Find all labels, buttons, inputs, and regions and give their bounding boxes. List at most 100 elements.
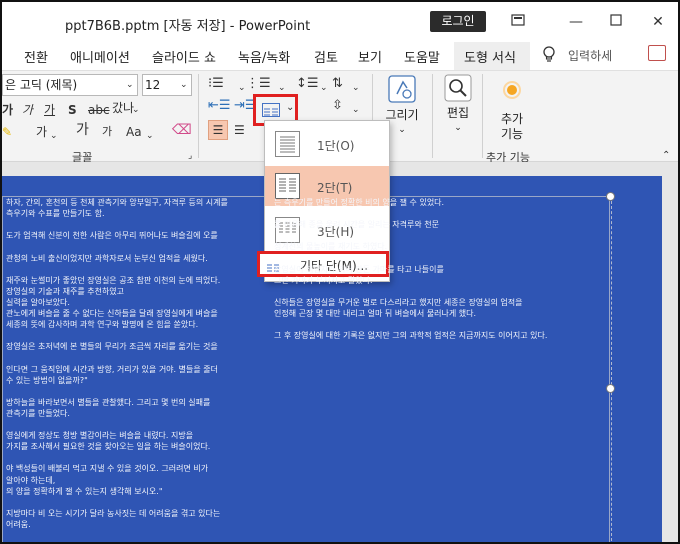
columns-icon	[262, 103, 280, 117]
one-column-icon	[275, 131, 300, 157]
powerpoint-window: ppt7B6B.pptm [자동 저장] - PowerPoint 로그인 — …	[0, 0, 680, 544]
drawing-shapes-icon	[388, 75, 416, 103]
slide-text-line: 는 측우기를 만들어 정확한 비의 양을 잴 수 있었다.	[274, 198, 445, 207]
tab-shape-format[interactable]: 도형 서식	[464, 47, 516, 66]
slide-text-line: 관노에게 벼슬을 줄 수 없다는 신하들을 달래 장영실에게 벼슬을	[6, 309, 218, 318]
clear-format-icon[interactable]: ⌫	[172, 122, 192, 138]
char-spacing-icon[interactable]: 갔나	[112, 100, 134, 116]
columns-option-label: 2단(T)	[317, 181, 353, 195]
lightbulb-icon[interactable]	[542, 46, 556, 68]
char-spacing-chevron-down-icon[interactable]: ⌄	[132, 102, 140, 118]
window-title: ppt7B6B.pptm [자동 저장] - PowerPoint	[65, 19, 311, 34]
slide-text-line: 장영실은 초저녁에 본 별들의 무리가 조금씩 자리를 옮기는 것을	[6, 342, 218, 352]
comment-icon[interactable]	[648, 45, 666, 61]
slide-text-line: 인다면 그 움직임에 시간과 방향, 거리가 있을 거야. 별들을 줄더	[6, 364, 218, 374]
slide-text-line: 장영실이 책임자가 되어 만든 가마를 타고 나들이를	[274, 264, 444, 274]
slide-text-line: 측우기와 수표를 만들기도 함.	[6, 209, 105, 219]
search-icon	[444, 74, 472, 102]
line-spacing-chevron-down-icon[interactable]: ⌄	[320, 80, 328, 96]
slide-text-line: 인정해 곤장 몇 대만 내리고 얼마 뒤 벼슬에서 물러나게 했다.	[274, 309, 477, 318]
slide-text-line: 하자, 간의, 혼천의 등 천체 관측기와 앙부일구, 자격루 등의 시계를	[6, 198, 228, 207]
column-guide	[611, 196, 612, 542]
underline-icon[interactable]: 가	[44, 102, 55, 118]
slide-text-line: 야 백성들이 배불리 먹고 지낼 수 있을 것이오. 그러려면 비가	[6, 464, 209, 474]
slide-text-line: 관측기를 만들었다.	[6, 408, 70, 418]
numbering-icon[interactable]: ⋮☰	[246, 76, 271, 92]
slide-text-line: 신하들은 장영실을 무거운 벌로 다스리라고 했지만 세종은 장영실의 업적을	[274, 297, 523, 307]
columns-chevron-down-icon: ⌄	[286, 102, 295, 113]
decrease-font-icon[interactable]: 가	[102, 124, 112, 140]
minimize-icon[interactable]: —	[564, 10, 588, 34]
tab-transitions[interactable]: 전환	[24, 47, 48, 66]
slide-text-line: 재주와 눈썰미가 좋았던 장영실은 공조 참판 이천의 눈에 띄었다.	[6, 275, 221, 285]
editing-button[interactable]: 편집 ⌄	[438, 74, 478, 136]
align-center-icon[interactable]: ☰	[234, 122, 245, 138]
slide-text-line: 관청의 노비 출신이었지만 과학자로서 눈부신 업적을 세웠다.	[6, 253, 208, 263]
strikethrough-icon[interactable]: abc	[88, 102, 110, 118]
increase-font-icon[interactable]: 가	[76, 122, 89, 138]
slide-text-line: 세종의 뜻에 감사하며 과학 연구와 발명에 온 힘을 쏟았다.	[6, 320, 199, 330]
login-button[interactable]: 로그인	[430, 11, 486, 32]
font-name-chevron-down-icon[interactable]: ⌄	[126, 77, 134, 93]
ribbon-separator	[432, 74, 433, 158]
align-text-chevron-down-icon[interactable]: ⌄	[352, 102, 360, 118]
slide-text-line: 영실에게 정상도 청방 별감이라는 벼슬을 내렸다. 지방을	[6, 431, 194, 441]
addins-icon	[503, 81, 521, 99]
columns-option-label: 1단(O)	[317, 139, 355, 153]
change-case-chevron-down-icon[interactable]: ⌄	[146, 128, 154, 144]
slide-text-line: 도가 엄격해 신분이 천한 사람은 아무리 뛰어나도 벼슬길에 오를	[6, 231, 218, 241]
slide-text-line: 장영실의 기술과 재주를 추천하였고	[6, 286, 125, 296]
resize-handle-right[interactable]	[606, 384, 615, 393]
addins-button[interactable]: 추가 기능	[492, 78, 532, 142]
slide-text-line: 수 있는 방법이 없을까?"	[6, 375, 88, 385]
editing-chevron-down-icon: ⌄	[454, 123, 462, 133]
close-icon[interactable]: ✕	[646, 10, 670, 34]
bullets-chevron-down-icon[interactable]: ⌄	[238, 80, 246, 96]
title-bar: ppt7B6B.pptm [자동 저장] - PowerPoint 로그인 — …	[2, 2, 678, 42]
bullets-icon[interactable]: ⁝☰	[208, 76, 224, 92]
two-columns-icon	[275, 173, 300, 199]
bold-icon[interactable]: 가	[2, 102, 13, 118]
ribbon-display-icon[interactable]	[506, 10, 530, 34]
font-name-box[interactable]: 은 고딕 (제목)	[2, 74, 138, 96]
slide-text-line: 의 양을 정확하게 잴 수 있는지 생각해 보시오."	[6, 486, 163, 496]
ribbon-separator	[198, 74, 199, 158]
slide-text-line: 방하늘을 바라보면서 별들을 관찰했다. 그리고 몇 번의 실패를	[6, 397, 211, 407]
shadow-icon[interactable]: S	[68, 102, 77, 118]
tab-recording[interactable]: 녹음/녹화	[238, 47, 290, 66]
slide-text-line: 그만 가마가 부서지고 말았다.	[274, 275, 373, 285]
columns-option-1[interactable]: 1단(O)	[265, 124, 389, 164]
slide-text-line: 청계천의 물높이를 재기도 하였다.	[274, 242, 388, 252]
tell-me-search[interactable]: 입력하세	[568, 47, 612, 64]
slide-text-line: 알아야 하는데,	[6, 475, 56, 485]
italic-icon[interactable]: 가	[22, 102, 33, 118]
ribbon-separator	[482, 74, 483, 158]
tab-slideshow[interactable]: 슬라이드 쇼	[152, 47, 216, 66]
tab-review[interactable]: 검토	[314, 47, 338, 66]
decrease-indent-icon[interactable]: ⇤☰	[208, 98, 231, 114]
addins-label-2: 기능	[500, 127, 524, 141]
tab-animations[interactable]: 애니메이션	[70, 47, 130, 66]
slide-text-line: 실력을 알아보았다.	[6, 297, 70, 307]
align-text-icon[interactable]: ⇳	[332, 98, 343, 114]
slide-text-line: 그 후 장영실에 대한 기록은 없지만 그의 과학적 업적은 지금까지도 이어지…	[274, 331, 548, 341]
tab-help[interactable]: 도움말	[404, 47, 440, 66]
slide-text-line: 가지를 조사해서 필요한 것을 찾아오는 일을 하는 벼슬이었다.	[6, 442, 211, 452]
text-direction-icon[interactable]: ⇅	[332, 76, 343, 92]
line-spacing-icon[interactable]: ↕☰	[296, 76, 319, 92]
font-size-chevron-down-icon[interactable]: ⌄	[180, 77, 188, 93]
font-color-chevron-down-icon[interactable]: ⌄	[50, 128, 58, 144]
highlight-pen-icon[interactable]: ✎	[2, 124, 12, 140]
change-case-icon[interactable]: Aa	[126, 124, 142, 140]
text-direction-chevron-down-icon[interactable]: ⌄	[352, 80, 360, 96]
tab-view[interactable]: 보기	[358, 47, 382, 66]
align-left-icon[interactable]: ☰	[208, 120, 228, 140]
slide-text-line: 지방마다 비 오는 시기가 달라 농사짓는 데 어려움을 겪고 있다는	[6, 508, 221, 518]
slide-text-line: 어려움.	[6, 519, 31, 529]
slide-text-line: 를 이용해 종을 울려 시간을 알리는 자격루와 천문	[274, 220, 439, 230]
editing-label: 편집	[446, 106, 470, 120]
font-color-icon[interactable]: 가	[36, 124, 47, 140]
resize-handle-top-right[interactable]	[606, 192, 615, 201]
maximize-icon[interactable]	[604, 10, 628, 34]
addins-label-1: 추가	[500, 112, 524, 126]
